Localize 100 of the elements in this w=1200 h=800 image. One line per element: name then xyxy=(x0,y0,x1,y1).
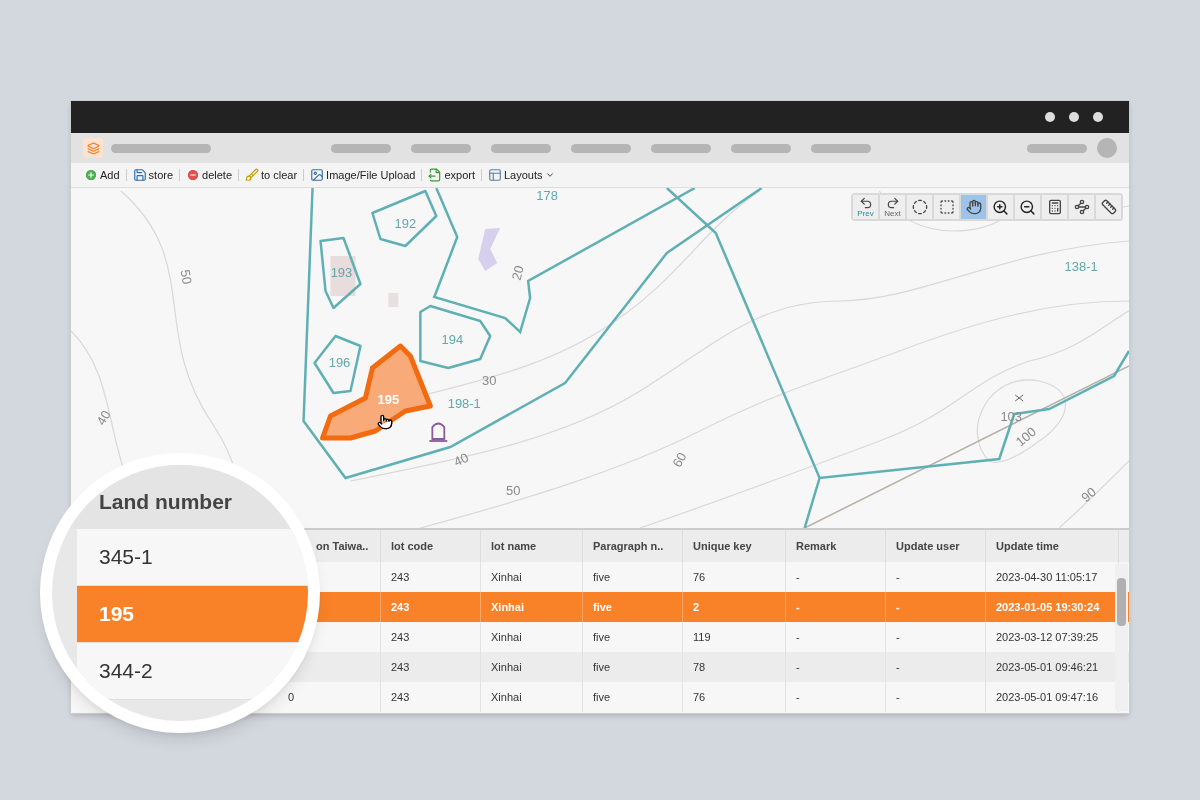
ruler-icon xyxy=(1100,199,1117,215)
column-header[interactable]: lot code xyxy=(391,537,434,555)
table-cell-text: - xyxy=(796,659,800,675)
menu-placeholder-bar[interactable] xyxy=(331,143,391,153)
parcel-label: 193 xyxy=(330,265,353,280)
parcel-label: 138-1 xyxy=(1064,259,1098,274)
map-tool-button[interactable] xyxy=(1015,195,1040,219)
toolbar-button[interactable]: Add xyxy=(83,166,121,184)
back-arrow-icon xyxy=(858,196,873,210)
table-cell-text: Xinhai xyxy=(491,629,522,645)
table-cell-text: 2023-05-01 09:46:21 xyxy=(996,659,1099,675)
polygon-icon xyxy=(1073,199,1090,215)
elevation-mark-icon xyxy=(1014,394,1024,402)
map-tool-button[interactable] xyxy=(1069,195,1094,219)
zoom-out-icon xyxy=(1019,198,1036,216)
map-tool-button[interactable] xyxy=(1042,195,1067,219)
building-shape xyxy=(330,256,356,296)
menu-placeholder-bar[interactable] xyxy=(491,143,551,153)
contour-label: 50 xyxy=(505,483,521,498)
toolbar-button[interactable]: store xyxy=(131,166,175,184)
toolbar-button[interactable]: Image/File Upload xyxy=(309,166,417,184)
column-header[interactable]: Remark xyxy=(796,537,837,555)
table-cell-text: five xyxy=(593,659,611,675)
contour-label: 100 xyxy=(1012,423,1039,450)
table-cell-text: - xyxy=(896,659,900,675)
forward-arrow-icon xyxy=(885,196,900,210)
parcel-label: 194 xyxy=(441,332,464,347)
menu-placeholder-bar[interactable] xyxy=(731,143,791,153)
toolbar-button[interactable]: delete xyxy=(185,166,234,184)
menu-placeholder-bar[interactable] xyxy=(651,143,711,153)
map-tool-button[interactable] xyxy=(907,195,932,219)
table-cell-text: 2023-03-12 07:39:25 xyxy=(996,629,1099,645)
table-cell-text: five xyxy=(593,599,612,615)
box-select-icon xyxy=(938,199,955,215)
layout-icon xyxy=(487,168,502,182)
table-cell-text: five xyxy=(593,689,611,705)
parcel-label: 195 xyxy=(377,392,400,407)
brush-icon xyxy=(245,168,260,182)
toolbar-button[interactable]: export xyxy=(427,166,476,184)
parcel-outline[interactable] xyxy=(371,189,438,248)
column-header[interactable]: Unique key xyxy=(693,537,752,555)
column-header[interactable]: Update time xyxy=(996,537,1059,555)
map-tool-button[interactable] xyxy=(1096,195,1121,219)
table-cell-text: Xinhai xyxy=(491,569,522,585)
column-header[interactable]: lot name xyxy=(491,537,537,555)
table-cell-text: 2023-01-05 19:30:24 xyxy=(996,599,1100,615)
table-cell-text: - xyxy=(896,569,900,585)
table-cell-text: 76 xyxy=(693,569,706,585)
parcel-label: 178 xyxy=(536,188,558,203)
avatar[interactable] xyxy=(1097,138,1117,158)
hand-cursor-icon xyxy=(377,414,393,430)
parcel-label: 198-1 xyxy=(447,396,481,411)
table-cell-text: Xinhai xyxy=(491,599,524,615)
table-cell-text: 2023-05-01 09:47:16 xyxy=(996,689,1099,705)
toolbar-button[interactable]: Layouts xyxy=(486,166,556,184)
contour-label: 40 xyxy=(93,407,114,428)
table-cell-text: - xyxy=(796,599,800,615)
parcel-outline[interactable] xyxy=(419,304,492,370)
save-icon xyxy=(132,168,147,182)
image-icon xyxy=(310,168,325,182)
selected-parcel[interactable] xyxy=(320,343,433,441)
table-cell-text: - xyxy=(796,569,800,585)
table-cell-text: - xyxy=(796,629,800,645)
column-header[interactable]: on Taiwa.. xyxy=(316,537,369,555)
contour-label: 30 xyxy=(482,373,497,388)
table-cell-text: 243 xyxy=(391,629,410,645)
column-header[interactable]: Paragraph n.. xyxy=(593,537,664,555)
parcel-outline[interactable] xyxy=(319,236,362,310)
user-placeholder-bar xyxy=(1027,143,1087,153)
minus-icon xyxy=(186,168,201,182)
table-cell-text: five xyxy=(593,629,611,645)
menu-placeholder-bar[interactable] xyxy=(571,143,631,153)
column-header: Land number xyxy=(99,488,232,515)
contour-label: 60 xyxy=(669,449,690,470)
menu-placeholder-bar[interactable] xyxy=(811,143,871,153)
menu-placeholder-bar[interactable] xyxy=(411,143,471,153)
pond-shape xyxy=(478,228,501,271)
scrollbar[interactable] xyxy=(1115,564,1128,711)
table-cell-text: - xyxy=(896,629,900,645)
map-tool-button[interactable]: Prev xyxy=(853,195,878,219)
parcel-label: 192 xyxy=(394,216,417,231)
table-cell-text: 0 xyxy=(288,689,295,705)
toolbar-button[interactable]: to clear xyxy=(244,166,299,184)
table-cell-text: Xinhai xyxy=(491,689,522,705)
table-cell-text: five xyxy=(593,569,611,585)
table-cell-text: - xyxy=(896,599,900,615)
column-header[interactable]: Update user xyxy=(896,537,960,555)
export-icon xyxy=(428,168,443,182)
table-cell-text: 344-2 xyxy=(99,658,153,685)
contour-label: 90 xyxy=(1078,484,1100,505)
table-cell-text: - xyxy=(796,689,800,705)
map-tool-button[interactable] xyxy=(988,195,1013,219)
map-tool-button[interactable]: Next xyxy=(880,195,905,219)
calculator-icon xyxy=(1046,199,1063,215)
add-icon xyxy=(84,168,98,182)
table-cell-text: 243 xyxy=(391,659,410,675)
app-logo[interactable] xyxy=(83,138,103,158)
parcel-outline[interactable] xyxy=(313,334,362,395)
parcel-label: 196 xyxy=(328,355,351,370)
contour-label: 20 xyxy=(508,263,527,282)
